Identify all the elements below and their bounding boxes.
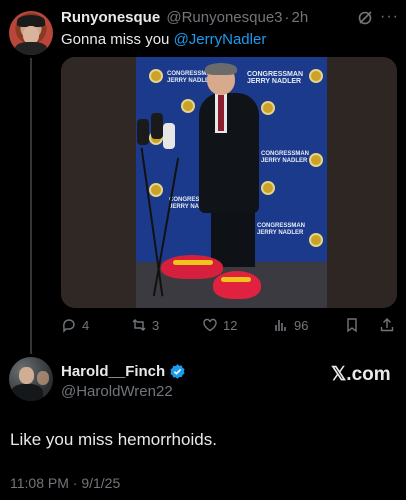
- x-logo-icon: 𝕏.com: [331, 364, 391, 385]
- tweet-original[interactable]: Runyonesque @Runyonesque3 · 2h ··· Gonna m…: [0, 0, 406, 345]
- microphones: [137, 109, 177, 159]
- backdrop-label: CONGRESSMAN JERRY NADLER: [261, 151, 310, 164]
- display-name-row: Harold__Finch: [61, 363, 186, 380]
- tweet-text: Like you miss hemorrhoids.: [10, 430, 217, 449]
- like-count: 12: [223, 317, 238, 333]
- like-icon: [203, 318, 217, 332]
- views-button[interactable]: 96: [273, 317, 308, 333]
- more-icon[interactable]: ···: [380, 8, 399, 26]
- views-count: 96: [294, 317, 309, 333]
- handle[interactable]: @HaroldWren22: [61, 383, 173, 400]
- bookmark-button[interactable]: [344, 317, 360, 333]
- backdrop-label: CONGRESSMAN JERRY NADLER: [257, 223, 306, 236]
- share-button[interactable]: [379, 317, 395, 333]
- reply-button[interactable]: 4: [61, 317, 89, 333]
- timestamp[interactable]: 2h: [292, 9, 309, 26]
- grok-icon[interactable]: [357, 10, 373, 26]
- clown-shoe: [213, 271, 261, 299]
- separator: ·: [284, 9, 290, 26]
- repost-button[interactable]: 3: [131, 317, 159, 333]
- tweet-reply[interactable]: Harold__Finch @HaroldWren22 𝕏.com Like y…: [0, 345, 406, 500]
- display-name[interactable]: Harold__Finch: [61, 363, 165, 380]
- bookmark-icon: [347, 318, 357, 333]
- repost-count: 3: [152, 317, 160, 333]
- tweet-header: Runyonesque @Runyonesque3 · 2h: [61, 9, 308, 26]
- reply-count: 4: [82, 317, 90, 333]
- avatar[interactable]: [9, 11, 53, 55]
- display-name[interactable]: Runyonesque: [61, 9, 160, 26]
- clown-shoe: [161, 255, 223, 279]
- handle[interactable]: @Runyonesque3: [166, 9, 282, 26]
- tweet-body: Gonna miss you: [61, 31, 174, 48]
- tweet-actions: 4 3 12 96: [61, 317, 397, 335]
- verified-icon: [170, 364, 185, 379]
- reply-icon: [62, 319, 75, 333]
- views-icon: [275, 320, 286, 331]
- share-icon: [380, 318, 394, 332]
- like-button[interactable]: 12: [202, 317, 237, 333]
- timestamp[interactable]: 11:08 PM · 9/1/25: [10, 475, 120, 491]
- tweet-media-image[interactable]: CONGRESSMAN JERRY NADLER CONGRESSMAN JERRY…: [61, 57, 397, 308]
- repost-icon: [132, 319, 146, 331]
- backdrop-label: CONGRESSMAN JERRY NADLER: [247, 71, 304, 85]
- mention-link[interactable]: @JerryNadler: [174, 31, 267, 48]
- tweet-text: Gonna miss you @JerryNadler: [61, 31, 266, 48]
- avatar[interactable]: [9, 357, 53, 401]
